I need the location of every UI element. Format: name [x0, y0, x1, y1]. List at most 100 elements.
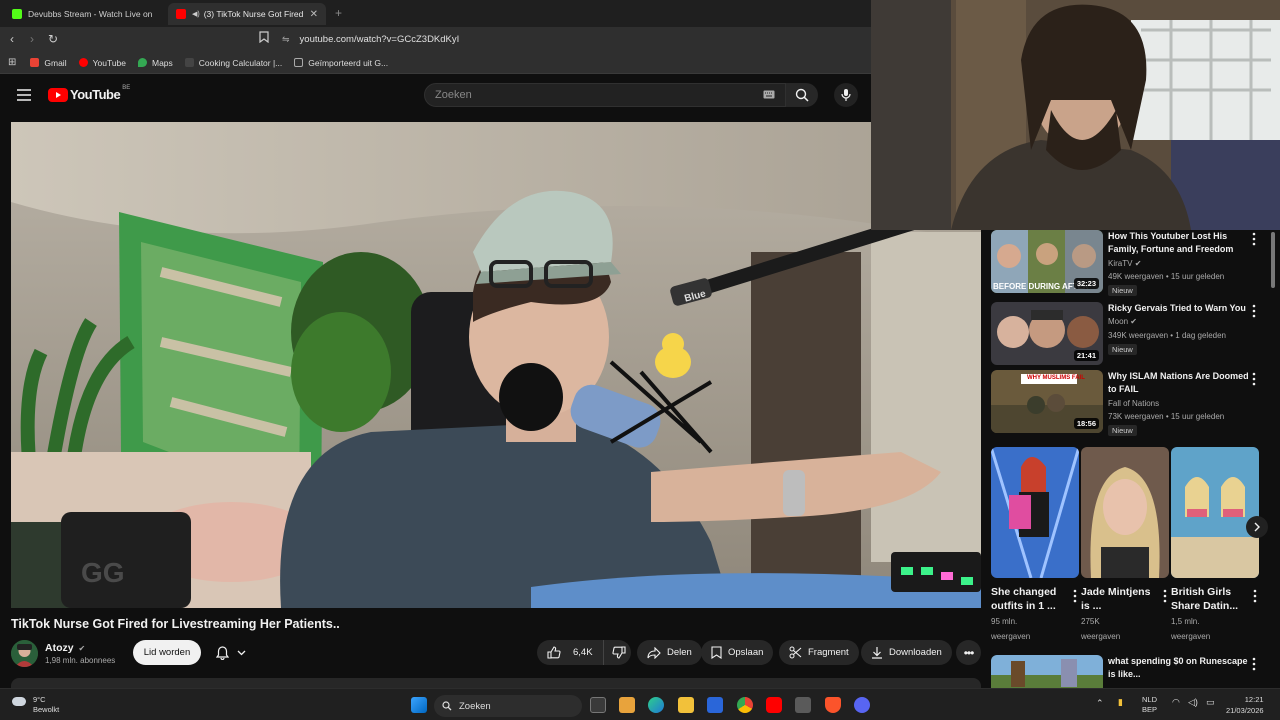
- short-thumbnail[interactable]: [1081, 447, 1169, 578]
- more-actions-button[interactable]: •••: [956, 640, 981, 665]
- more-vertical-icon[interactable]: [1250, 232, 1258, 246]
- maps-icon: [138, 58, 147, 67]
- store-icon[interactable]: [619, 697, 635, 713]
- brave-browser-icon[interactable]: [825, 697, 841, 713]
- video-thumbnail[interactable]: WHY MUSLIMS FAIL 18:56: [991, 370, 1103, 433]
- more-vertical-icon[interactable]: [1250, 304, 1258, 318]
- tab-kick-stream[interactable]: Devubbs Stream - Watch Live on: [4, 3, 162, 25]
- more-vertical-icon[interactable]: [1250, 372, 1258, 386]
- tab-youtube-video[interactable]: ◀) (3) TikTok Nurse Got Fired for ✕: [168, 3, 326, 25]
- more-vertical-icon[interactable]: [1250, 657, 1258, 671]
- short-thumbnail[interactable]: [1171, 447, 1259, 578]
- calculator-icon[interactable]: [795, 697, 811, 713]
- short-views-suffix: weergaven: [1081, 632, 1121, 641]
- volume-icon[interactable]: ◁): [1188, 697, 1198, 708]
- task-view-icon[interactable]: [590, 697, 606, 713]
- language-code: NLD: [1142, 695, 1158, 704]
- more-vertical-icon[interactable]: [1161, 589, 1169, 603]
- video-player[interactable]: Blue GG: [11, 122, 981, 608]
- join-button[interactable]: Lid worden: [133, 640, 201, 665]
- short-views-suffix: weergaven: [1171, 632, 1211, 641]
- bookmark-maps[interactable]: Maps: [138, 58, 173, 68]
- channel-name-text: Moon: [1108, 317, 1129, 326]
- site-info-icon[interactable]: ⇋: [282, 34, 290, 45]
- gmail-icon: [30, 58, 40, 67]
- menu-hamburger-icon[interactable]: [17, 88, 31, 106]
- video-meta: 349K weergaven • 1 dag geleden: [1108, 331, 1227, 340]
- new-tab-button[interactable]: +: [335, 6, 342, 20]
- bookmark-cooking-calculator[interactable]: Cooking Calculator |...: [184, 58, 282, 68]
- chevron-up-icon[interactable]: ⌃: [1096, 698, 1104, 709]
- weather-widget[interactable]: 9°C Bewolkt: [12, 695, 59, 715]
- search-icon: [795, 88, 809, 102]
- dislike-button[interactable]: [604, 640, 640, 665]
- chevron-right-icon: [1254, 522, 1260, 532]
- webcam-overlay: [871, 0, 1280, 230]
- search-button[interactable]: [786, 83, 818, 107]
- more-vertical-icon[interactable]: [1071, 589, 1079, 603]
- shorts-next-button[interactable]: [1246, 516, 1268, 538]
- more-horizontal-icon: •••: [963, 645, 975, 660]
- notification-bell-button[interactable]: [206, 640, 256, 665]
- download-icon: [872, 647, 882, 659]
- channel-name[interactable]: Atozy ✔: [45, 642, 85, 654]
- system-clock[interactable]: 12:21 21/03/2026: [1226, 694, 1264, 716]
- keyboard-icon[interactable]: [763, 90, 775, 102]
- short-card[interactable]: British Girls Share Datin... 1,5 mln. wee…: [1171, 447, 1259, 644]
- youtube-icon: [78, 58, 88, 67]
- file-explorer-icon[interactable]: [678, 697, 694, 713]
- related-video-card[interactable]: 21:41 Ricky Gervais Tried to Warn You Mo…: [991, 302, 1276, 368]
- close-tab-icon[interactable]: ✕: [304, 9, 318, 20]
- short-card[interactable]: She changed outfits in 1 ... 95 mln. weer…: [991, 447, 1079, 644]
- youtube-logo[interactable]: YouTube BE: [48, 85, 130, 102]
- reload-icon[interactable]: ↻: [48, 32, 58, 46]
- youtube-app-icon[interactable]: [766, 697, 782, 713]
- wifi-icon[interactable]: ◠: [1172, 697, 1180, 708]
- bookmark-folder-imported[interactable]: Geïmporteerd uit G...: [294, 58, 388, 68]
- chrome-icon[interactable]: [737, 697, 753, 713]
- windows-start-icon[interactable]: [411, 697, 427, 713]
- related-video-card[interactable]: WHY MUSLIMS FAIL 18:56 Why ISLAM Nations…: [991, 370, 1276, 436]
- description-box[interactable]: [11, 678, 981, 688]
- forward-icon[interactable]: ›: [30, 32, 34, 46]
- address-bar[interactable]: ⇋ youtube.com/watch?v=GCcZ3DKdKyI: [282, 30, 867, 49]
- language-indicator[interactable]: NLD BEP: [1142, 695, 1157, 715]
- mail-icon[interactable]: [707, 697, 723, 713]
- save-button[interactable]: Opslaan: [701, 640, 774, 665]
- browser-tab-bar: Devubbs Stream - Watch Live on ◀) (3) Ti…: [0, 0, 871, 27]
- share-button[interactable]: Delen: [637, 640, 702, 665]
- video-thumbnail[interactable]: BEFORE DURING AFTER 32:23: [991, 230, 1103, 293]
- video-thumbnail[interactable]: 21:41: [991, 302, 1103, 365]
- discord-icon[interactable]: [854, 697, 870, 713]
- related-video-card[interactable]: BEFORE DURING AFTER 32:23 How This Youtu…: [991, 230, 1276, 296]
- voice-search-button[interactable]: [834, 83, 858, 107]
- search-input[interactable]: Zoeken: [424, 83, 786, 107]
- edge-browser-icon[interactable]: [648, 697, 664, 713]
- short-thumbnail[interactable]: [991, 447, 1079, 578]
- related-video-card[interactable]: what spending $0 on Runescape is like...: [991, 655, 1276, 688]
- video-thumbnail[interactable]: [991, 655, 1103, 688]
- thumbs-up-icon: [547, 646, 561, 659]
- battery-icon[interactable]: ▮: [1118, 697, 1123, 708]
- channel-avatar[interactable]: [11, 640, 38, 667]
- short-title: Jade Mintjens is ...: [1081, 586, 1151, 612]
- more-vertical-icon[interactable]: [1251, 589, 1259, 603]
- new-badge: Nieuw: [1108, 285, 1137, 296]
- verified-icon: ✔: [78, 644, 86, 653]
- bookmark-gmail[interactable]: Gmail: [30, 58, 67, 68]
- short-card[interactable]: Jade Mintjens is ... 275K weergaven: [1081, 447, 1169, 644]
- bookmark-youtube[interactable]: YouTube: [78, 58, 126, 68]
- download-button[interactable]: Downloaden: [861, 640, 952, 665]
- short-views: 95 mln. weergaven: [991, 614, 1079, 644]
- clip-button[interactable]: Fragment: [779, 640, 859, 665]
- bookmark-icon[interactable]: [259, 31, 269, 46]
- apps-grid-icon[interactable]: ⊞: [8, 57, 16, 68]
- taskbar-search[interactable]: Zoeken: [434, 695, 582, 717]
- like-button[interactable]: 6,4K: [537, 640, 604, 665]
- logo-text: YouTube: [70, 87, 121, 102]
- bookmarks-bar: ⊞ Gmail YouTube Maps Cooking Calculator …: [0, 52, 871, 74]
- battery-status-icon[interactable]: ▭: [1206, 697, 1215, 708]
- back-icon[interactable]: ‹: [10, 32, 14, 46]
- short-title: She changed outfits in 1 ...: [991, 586, 1057, 612]
- short-views-suffix: weergaven: [991, 632, 1031, 641]
